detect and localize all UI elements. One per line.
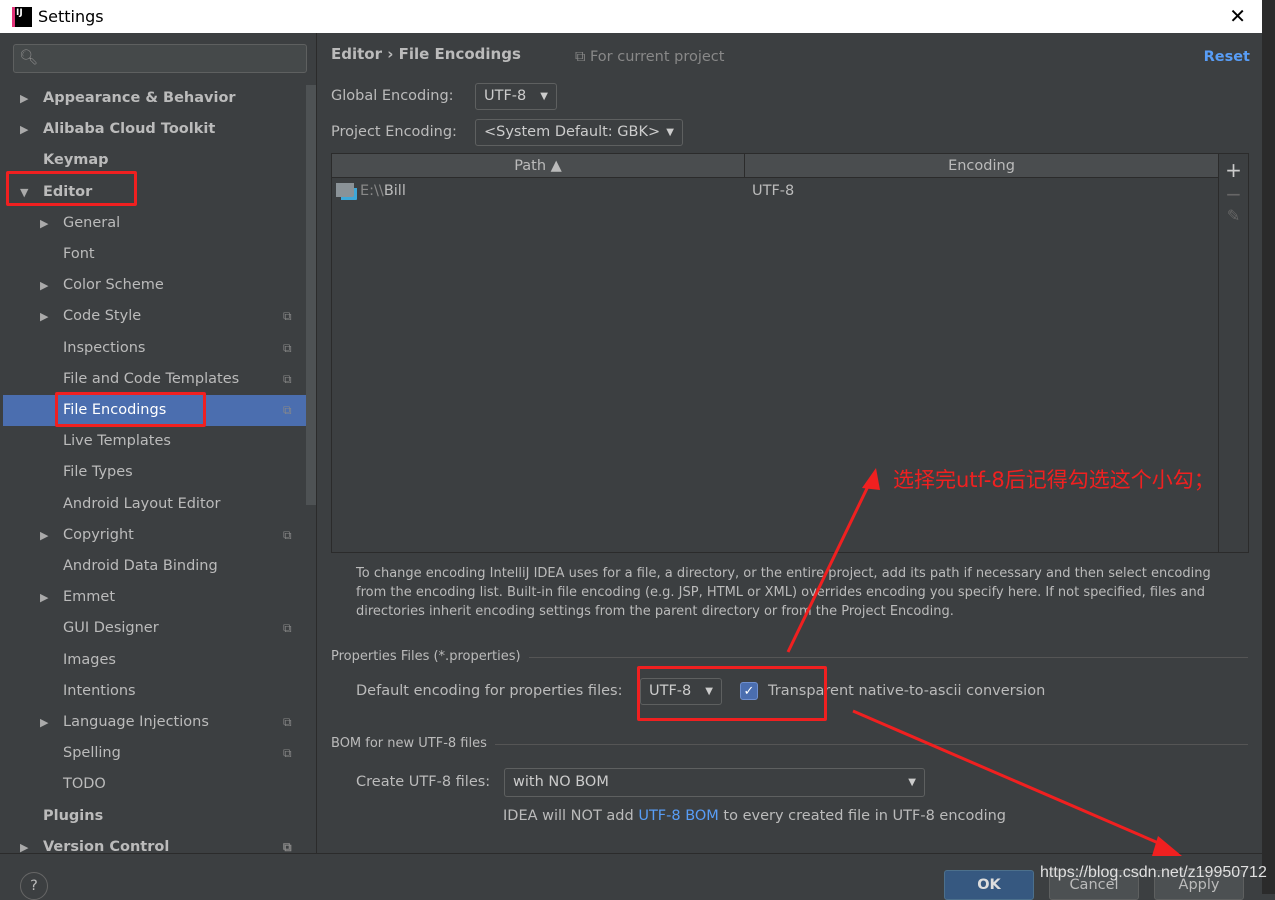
arrow-to-apply bbox=[852, 709, 1171, 850]
arrowhead-icon bbox=[1152, 836, 1182, 856]
annotation-arrows bbox=[786, 468, 1182, 856]
arrow-to-note bbox=[786, 477, 874, 653]
watermark: https://blog.csdn.net/z19950712 bbox=[1040, 864, 1267, 881]
arrowhead-icon bbox=[862, 468, 880, 490]
